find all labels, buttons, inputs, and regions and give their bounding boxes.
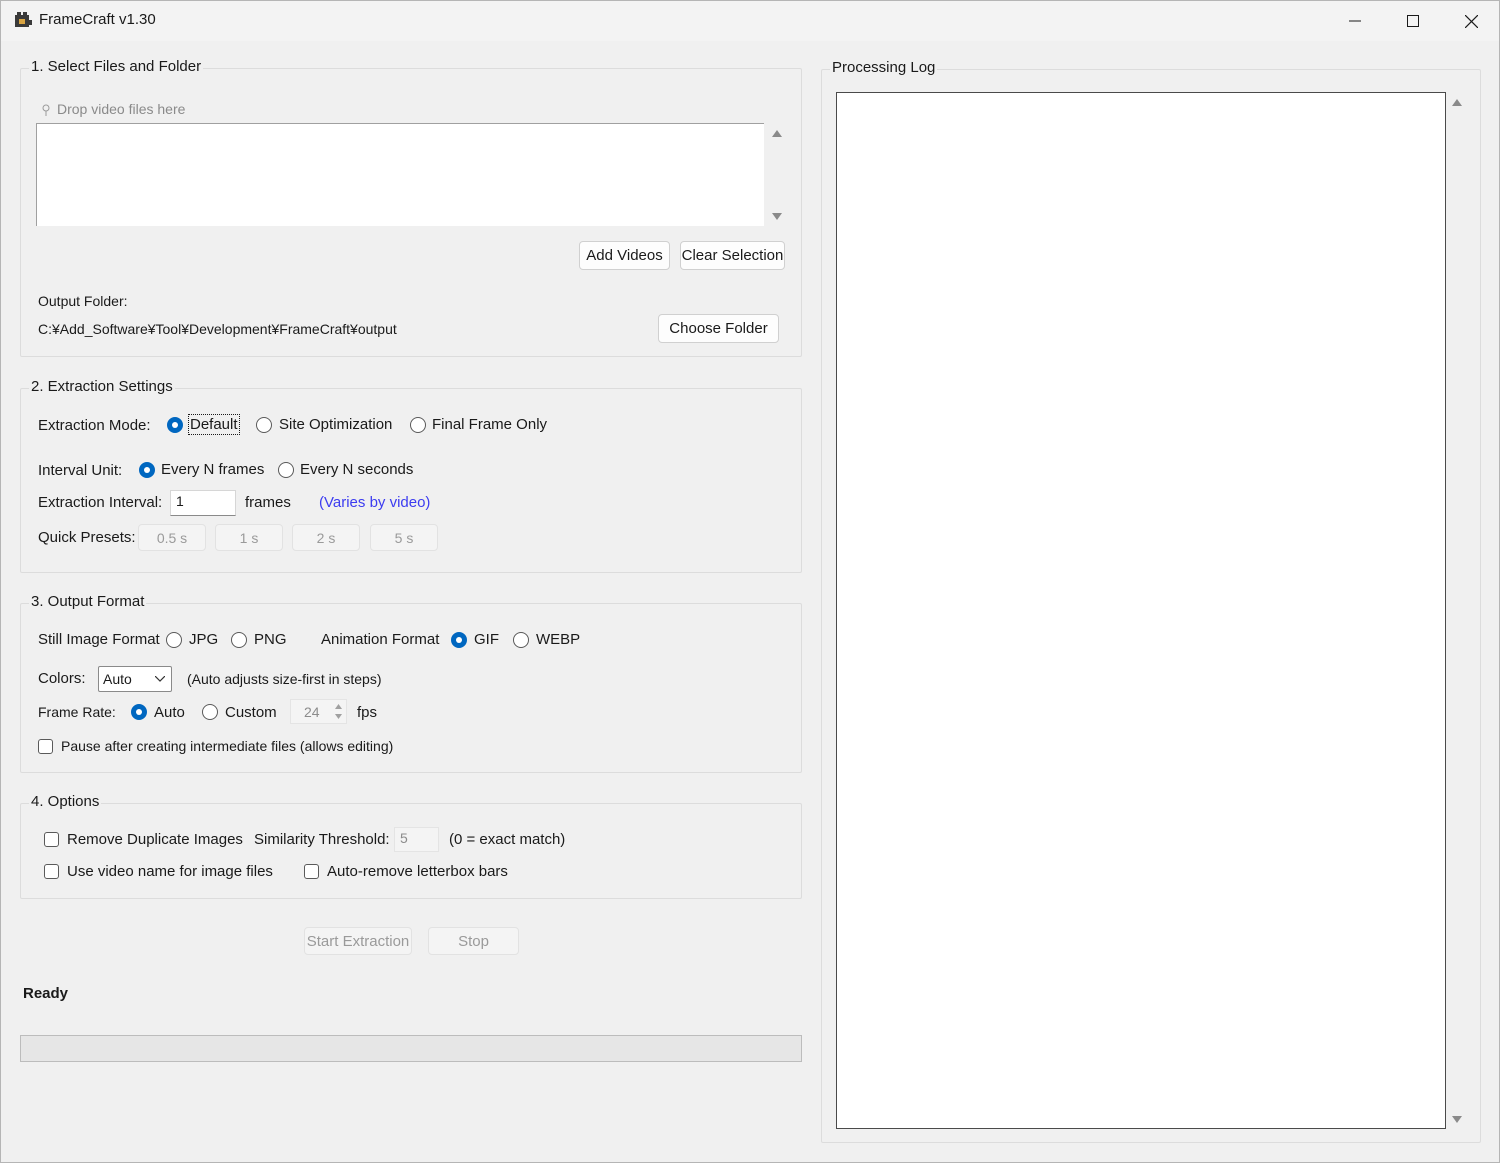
- interval-frames-radio[interactable]: [139, 462, 155, 478]
- fps-unit: fps: [357, 704, 378, 721]
- section-title: Processing Log: [830, 59, 938, 76]
- status-text: Ready: [23, 985, 69, 1002]
- quick-presets-label: Quick Presets:: [38, 529, 136, 546]
- preset-0-5s-button[interactable]: 0.5 s: [138, 524, 206, 551]
- extraction-interval-label: Extraction Interval:: [38, 494, 163, 511]
- output-folder-path: C:¥Add_Software¥Tool¥Development¥FrameCr…: [38, 321, 397, 337]
- section-title: 4. Options: [29, 793, 102, 810]
- start-extraction-button[interactable]: Start Extraction: [304, 927, 412, 955]
- output-folder-label: Output Folder:: [38, 293, 128, 309]
- colors-label: Colors:: [38, 670, 86, 687]
- chevron-down-icon: [155, 676, 165, 682]
- list-scroll-down-icon[interactable]: [772, 213, 782, 220]
- drop-hint: Drop video files here: [57, 101, 186, 117]
- still-png-radio[interactable]: [231, 632, 247, 648]
- processing-log-text[interactable]: [836, 92, 1446, 1129]
- fps-value: 24: [304, 704, 320, 720]
- mode-default-label[interactable]: Default: [188, 414, 240, 435]
- use-video-name-checkbox[interactable]: [44, 864, 59, 879]
- interval-unit-label: Interval Unit:: [38, 462, 123, 479]
- extraction-mode-label: Extraction Mode:: [38, 417, 151, 434]
- spin-up-icon[interactable]: [335, 704, 342, 709]
- log-scroll-down-icon[interactable]: [1452, 1116, 1462, 1123]
- similarity-note: (0 = exact match): [449, 831, 566, 848]
- similarity-threshold-label: Similarity Threshold:: [254, 831, 390, 848]
- clear-selection-button[interactable]: Clear Selection: [680, 241, 785, 270]
- title-bar[interactable]: FrameCraft v1.30: [1, 1, 1499, 41]
- choose-folder-button[interactable]: Choose Folder: [658, 314, 779, 343]
- section-title: 3. Output Format: [29, 593, 147, 610]
- colors-select[interactable]: Auto: [98, 666, 172, 692]
- interval-unit-text: frames: [245, 494, 291, 511]
- mode-default-radio[interactable]: [167, 417, 183, 433]
- anim-gif-radio[interactable]: [451, 632, 467, 648]
- colors-note: (Auto adjusts size-first in steps): [187, 671, 382, 687]
- mode-site-optimization-label[interactable]: Site Optimization: [279, 416, 392, 433]
- remove-duplicates-checkbox[interactable]: [44, 832, 59, 847]
- auto-remove-letterbox-checkbox[interactable]: [304, 864, 319, 879]
- fps-spinbox[interactable]: 24: [290, 699, 347, 724]
- minimize-icon: [1349, 20, 1361, 22]
- list-scroll-up-icon[interactable]: [772, 130, 782, 137]
- animation-format-label: Animation Format: [321, 631, 440, 648]
- interval-frames-label[interactable]: Every N frames: [161, 461, 264, 478]
- minimize-button[interactable]: [1326, 1, 1384, 41]
- add-videos-button[interactable]: Add Videos: [579, 241, 670, 270]
- colors-select-value: Auto: [103, 671, 132, 687]
- preset-5s-button[interactable]: 5 s: [370, 524, 438, 551]
- mode-final-frame-label[interactable]: Final Frame Only: [432, 416, 547, 433]
- app-window: FrameCraft v1.30 1. Select Files and Fol…: [0, 0, 1500, 1163]
- log-scroll-up-icon[interactable]: [1452, 99, 1462, 106]
- anim-gif-label[interactable]: GIF: [474, 631, 499, 648]
- framerate-auto-label[interactable]: Auto: [154, 704, 185, 721]
- maximize-icon: [1407, 15, 1419, 27]
- use-video-name-label[interactable]: Use video name for image files: [67, 863, 273, 880]
- preset-1s-button[interactable]: 1 s: [215, 524, 283, 551]
- extraction-interval-input[interactable]: 1: [170, 490, 236, 516]
- framerate-custom-label[interactable]: Custom: [225, 704, 277, 721]
- interval-seconds-label[interactable]: Every N seconds: [300, 461, 413, 478]
- close-button[interactable]: [1442, 1, 1500, 41]
- pause-label[interactable]: Pause after creating intermediate files …: [61, 738, 393, 754]
- mode-final-frame-radio[interactable]: [410, 417, 426, 433]
- spin-down-icon[interactable]: [335, 714, 342, 719]
- drop-hint-icon: [42, 104, 50, 116]
- progress-bar: [20, 1035, 802, 1062]
- remove-duplicates-label[interactable]: Remove Duplicate Images: [67, 831, 243, 848]
- anim-webp-radio[interactable]: [513, 632, 529, 648]
- section-title: 1. Select Files and Folder: [29, 58, 204, 75]
- auto-remove-letterbox-label[interactable]: Auto-remove letterbox bars: [327, 863, 508, 880]
- still-format-label: Still Image Format: [38, 631, 160, 648]
- interval-note: (Varies by video): [319, 494, 431, 511]
- video-file-list[interactable]: [36, 123, 764, 226]
- interval-seconds-radio[interactable]: [278, 462, 294, 478]
- still-jpg-radio[interactable]: [166, 632, 182, 648]
- window-title: FrameCraft v1.30: [39, 11, 156, 28]
- anim-webp-label[interactable]: WEBP: [536, 631, 580, 648]
- maximize-button[interactable]: [1384, 1, 1442, 41]
- still-jpg-label[interactable]: JPG: [189, 631, 218, 648]
- section-title: 2. Extraction Settings: [29, 378, 175, 395]
- framerate-auto-radio[interactable]: [131, 704, 147, 720]
- app-logo-icon: [15, 12, 32, 27]
- stop-button[interactable]: Stop: [428, 927, 519, 955]
- close-icon: [1464, 14, 1478, 28]
- still-png-label[interactable]: PNG: [254, 631, 287, 648]
- framerate-custom-radio[interactable]: [202, 704, 218, 720]
- similarity-threshold-input[interactable]: 5: [394, 827, 439, 852]
- pause-checkbox[interactable]: [38, 739, 53, 754]
- frame-rate-label: Frame Rate:: [38, 704, 116, 720]
- preset-2s-button[interactable]: 2 s: [292, 524, 360, 551]
- mode-site-optimization-radio[interactable]: [256, 417, 272, 433]
